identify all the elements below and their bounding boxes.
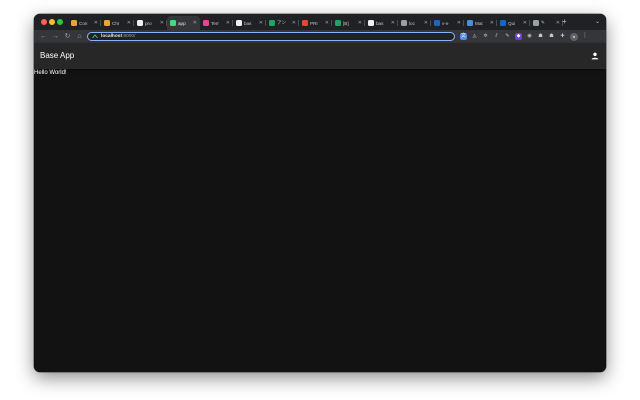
browser-tab[interactable]: PRI ✕ [299,16,332,30]
tab-title: loc [409,20,415,26]
sheets-icon [335,20,341,26]
forward-button[interactable]: → [51,32,60,41]
close-tab-icon[interactable]: ✕ [325,20,329,26]
close-tab-icon[interactable]: ✕ [556,20,560,26]
tab-title: アン [277,20,287,25]
new-tab-button[interactable]: + [562,16,567,28]
github-icon [368,20,374,26]
close-tab-icon[interactable]: ✕ [358,20,362,26]
browser-tab[interactable]: Mat ✕ [464,16,497,30]
address-host: localhost [101,34,123,39]
extension-icon[interactable]: ◉ [526,33,533,40]
close-tab-icon[interactable]: ✕ [94,20,98,26]
translate-icon[interactable]: 文 [460,33,467,40]
browser-tab[interactable]: アン ✕ [266,16,299,30]
reload-button[interactable]: ↻ [63,32,72,41]
close-tab-icon[interactable]: ✕ [490,20,494,26]
browser-toolbar: ← → ↻ ⌂ localhost:8000/ 文 ◬ ✲ ⫽ ✎ ◆ ◉ ☗ … [34,30,606,43]
github-icon [236,20,242,26]
tab-strip: Con ✕ Chr ✕ pro ✕ app ✕ Terr ✕ bas ✕ アン ✕ PRI ✕ [B] ✕ bas ✕… [34,14,606,30]
browser-tab[interactable]: bas ✕ [365,16,398,30]
github-icon [137,20,143,26]
address-bar[interactable]: localhost:8000/ [87,32,455,41]
close-tab-icon[interactable]: ✕ [193,20,197,26]
browser-tab[interactable]: pro ✕ [134,16,167,30]
tab-title: [B] [343,20,349,26]
tab-title: Chr [112,20,120,26]
tab-title: Qui [508,20,516,26]
vuetify-icon [500,20,506,26]
extension-icon[interactable]: ◆ [515,33,522,40]
globe-icon [401,20,407,26]
tab-list: Con ✕ Chr ✕ pro ✕ app ✕ Terr ✕ bas ✕ アン ✕ PRI ✕ [B] ✕ bas ✕… [68,16,563,30]
profile-avatar[interactable]: ● [570,32,578,41]
pen-icon[interactable]: ✎ [504,33,511,40]
gmail-icon [302,20,308,26]
close-tab-icon[interactable]: ✕ [424,20,428,26]
site-info-icon[interactable] [92,34,98,39]
sheets-icon [269,20,275,26]
browser-tab[interactable]: bas ✕ [233,16,266,30]
extension-icon[interactable]: ⫽ [493,33,500,40]
account-icon[interactable] [590,51,600,61]
app-title: Base App [40,51,75,60]
browser-menu-icon[interactable]: ⋮ [582,32,588,41]
close-tab-icon[interactable]: ✕ [127,20,131,26]
tab-title: Mat [475,20,483,26]
tab-title: v-e [442,20,449,26]
extension-icon[interactable]: ☗ [548,33,555,40]
hello-text: Hello World! [34,70,67,76]
app-icon [170,20,176,26]
minimize-window-button[interactable] [49,19,55,25]
browser-tab[interactable]: Chr ✕ [101,16,134,30]
tab-title: Terr [211,20,219,26]
home-button[interactable]: ⌂ [75,32,84,41]
tab-search-button[interactable]: ⌄ [595,16,600,28]
browser-tab[interactable]: loc ✕ [398,16,431,30]
extension-icon[interactable]: ☗ [537,33,544,40]
terraform-icon [203,20,209,26]
close-tab-icon[interactable]: ✕ [259,20,263,26]
tab-title: pro [145,20,152,26]
tab-title: bas [244,20,252,26]
browser-tab[interactable]: Con ✕ [68,16,101,30]
browser-tab[interactable]: app ✕ [167,16,200,30]
chrome-icon [71,20,77,26]
tab-title: Con [79,20,88,26]
app-bar: Base App [34,43,606,69]
browser-tab[interactable]: Qui ✕ [497,16,530,30]
browser-window: Con ✕ Chr ✕ pro ✕ app ✕ Terr ✕ bas ✕ アン ✕ PRI ✕ [B] ✕ bas ✕… [34,14,606,372]
browser-tab[interactable]: v-e ✕ [431,16,464,30]
close-window-button[interactable] [41,19,47,25]
address-port: :8000/ [122,34,136,39]
close-tab-icon[interactable]: ✕ [226,20,230,26]
puzzle-icon[interactable]: ✚ [559,33,566,40]
chrome-icon [104,20,110,26]
browser-tab[interactable]: [B] ✕ [332,16,365,30]
close-tab-icon[interactable]: ✕ [391,20,395,26]
close-tab-icon[interactable]: ✕ [523,20,527,26]
maximize-window-button[interactable] [57,19,63,25]
close-tab-icon[interactable]: ✕ [292,20,296,26]
back-button[interactable]: ← [39,32,48,41]
page-content: Base App Hello World! [34,43,606,372]
tab-title: ✎ [541,20,545,25]
browser-tab[interactable]: Terr ✕ [200,16,233,30]
loading-icon [533,20,539,26]
extensions-area: 文 ◬ ✲ ⫽ ✎ ◆ ◉ ☗ ☗ ✚ ● ⋮ [460,32,588,41]
close-tab-icon[interactable]: ✕ [457,20,461,26]
tab-title: bas [376,20,384,26]
browser-tab[interactable]: ✎ ✕ [530,16,563,30]
material-icon [467,20,473,26]
extension-icon[interactable]: ◬ [471,33,478,40]
extension-icon[interactable]: ✲ [482,33,489,40]
tab-title: PRI [310,20,318,26]
close-tab-icon[interactable]: ✕ [160,20,164,26]
vuetify-icon [434,20,440,26]
tab-title: app [178,20,186,26]
